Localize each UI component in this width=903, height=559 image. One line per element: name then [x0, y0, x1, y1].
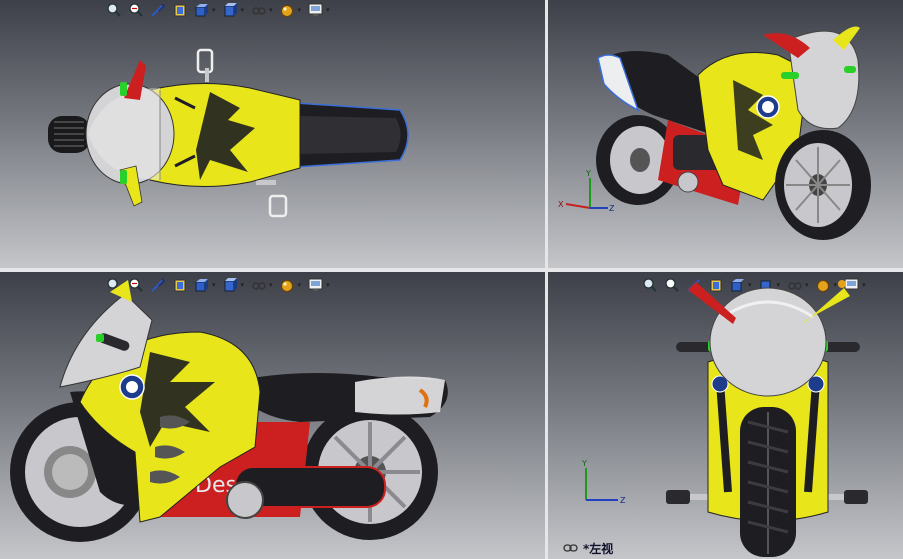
motorcycle-isometric-view: Y X Z — [558, 26, 871, 240]
motorcycle-top-view — [48, 48, 409, 218]
axis-y-label: Y — [585, 169, 591, 178]
axis-z-label: Z — [609, 204, 615, 213]
axis-triad: Y Z — [581, 459, 626, 505]
axis-y-label: Y — [581, 459, 587, 468]
viewport-left[interactable]: ▾ ▾ ▾ ▾ ▾ Designer — [0, 272, 545, 559]
viewport-horizontal-splitter[interactable] — [0, 268, 903, 272]
axis-x-label: X — [558, 200, 564, 209]
viewport-top[interactable]: ▾ ▾ ▾ ▾ ▾ — [0, 0, 545, 268]
motorcycle-left-view: Designer — [10, 280, 448, 542]
current-view-name: *左视 — [583, 542, 614, 556]
viewport-vertical-splitter[interactable] — [545, 0, 548, 559]
view-name-label: *左视 — [563, 540, 613, 557]
viewport-front[interactable]: ▾ ▾ ▾ ▾ ▾ Y Z — [548, 272, 903, 559]
motorcycle-front-view: Y Z — [581, 280, 868, 557]
axis-z-label: Z — [620, 496, 626, 505]
link-views-icon[interactable] — [563, 542, 579, 556]
viewport-isometric[interactable]: Y X Z — [548, 0, 903, 268]
